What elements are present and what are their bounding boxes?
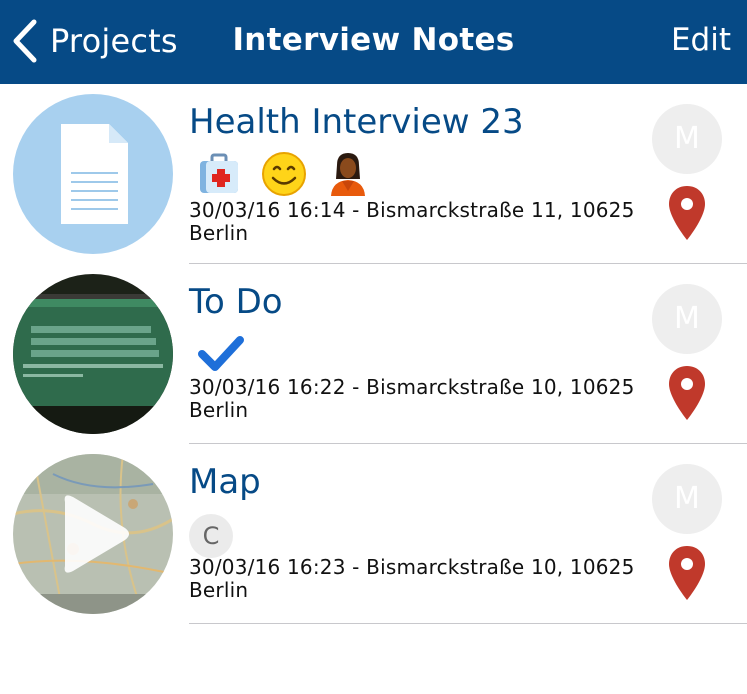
page-title: Interview Notes [232,22,515,58]
document-thumbnail [13,94,173,254]
tag-icons [189,152,367,200]
location-pin-icon[interactable] [667,364,707,426]
video-thumbnail [13,454,173,614]
location-pin-icon[interactable] [667,544,707,606]
play-icon[interactable] [13,454,173,614]
edit-button[interactable]: Edit [671,22,731,58]
avatar[interactable]: M [652,464,722,534]
medical-kit-icon [197,153,241,199]
avatar[interactable]: M [652,284,722,354]
tag-letter-badge: C [189,514,233,558]
avatar[interactable]: M [652,104,722,174]
tag-icons: C [189,512,233,560]
photo-thumbnail [13,274,173,434]
list-item[interactable]: To Do 30/03/16 16:22 - Bismarckstraße 10… [0,264,747,444]
note-title: To Do [189,282,283,322]
list-item[interactable]: Health Interview 23 30/03/16 16:14 - Bis… [0,84,747,264]
list-item[interactable]: Map C 30/03/16 16:23 - Bismarckstraße 10… [0,444,747,624]
note-date-location: 30/03/16 16:22 - Bismarckstraße 10, 1062… [189,375,635,422]
note-date-location: 30/03/16 16:14 - Bismarckstraße 11, 1062… [189,198,635,245]
tag-icons [189,332,245,380]
person-icon [329,151,367,201]
note-title: Map [189,462,261,502]
row-divider [189,623,747,624]
location-pin-icon[interactable] [667,184,707,246]
note-title: Health Interview 23 [189,102,524,142]
note-date-location: 30/03/16 16:23 - Bismarckstraße 10, 1062… [189,555,635,602]
navigation-bar: Projects Interview Notes Edit [0,0,747,84]
checkmark-icon [197,334,245,378]
smiley-face-icon [261,151,307,201]
